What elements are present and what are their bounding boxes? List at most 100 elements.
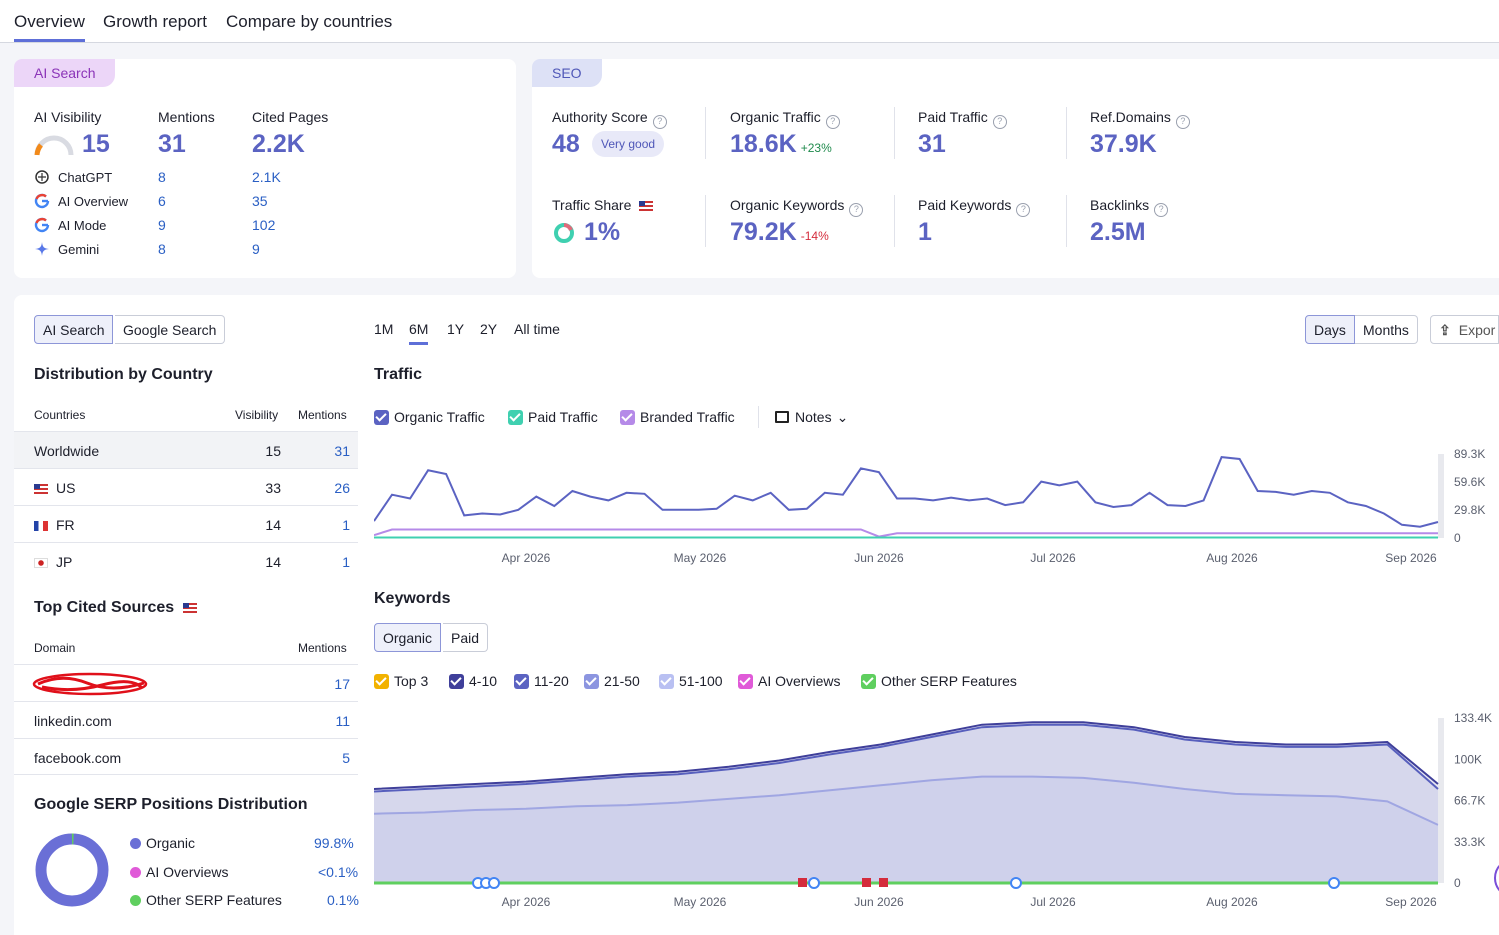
google-update-marker[interactable] [1328,877,1340,889]
range-1y[interactable]: 1Y [447,321,464,337]
ref-domains-label: Ref.Domains? [1090,109,1190,129]
toggle-ai-search[interactable]: AI Search [34,315,114,344]
cited-domain[interactable]: facebook.com [34,750,121,766]
country-mentions[interactable]: 31 [334,443,350,459]
keywords-toggle-organic[interactable]: Organic [374,623,442,652]
keywords-toggle-paid[interactable]: Paid [443,623,489,652]
checkbox-icon[interactable] [508,410,523,425]
notes-dropdown[interactable]: Notes ⌄ [775,409,848,426]
ref-domains-value[interactable]: 37.9K [1090,130,1157,159]
note-flag-marker[interactable] [862,878,871,887]
checkbox-icon[interactable] [861,674,876,689]
cited-mentions[interactable]: 5 [342,750,350,766]
legend-paid-traffic[interactable]: Paid Traffic [508,409,598,425]
export-button[interactable]: ⇪ Expor [1430,315,1499,344]
granularity-days[interactable]: Days [1305,315,1355,344]
tab-compare-countries[interactable]: Compare by countries [226,12,392,32]
note-flag-marker[interactable] [798,878,807,887]
toggle-google-search[interactable]: Google Search [115,315,226,344]
info-icon[interactable]: ? [1016,203,1031,217]
range-all-time[interactable]: All time [514,321,560,337]
top-cited-title: Top Cited Sources [34,599,205,617]
legend-branded-traffic[interactable]: Branded Traffic [620,409,735,425]
info-icon[interactable]: ? [849,203,864,217]
legend-organic-traffic[interactable]: Organic Traffic [374,409,485,425]
x-tick-label: Jun 2026 [854,551,904,565]
cited-row[interactable]: 17 [14,664,358,701]
col-domain: Domain [34,641,76,655]
google-update-marker[interactable] [488,877,500,889]
col-mentions[interactable]: Mentions [298,641,347,655]
tab-growth-report[interactable]: Growth report [103,12,207,32]
legend-dot [130,838,141,849]
us-flag-icon [34,484,48,494]
organic-keywords-value[interactable]: 79.2K -14% [730,218,829,247]
legend-keywords-21-50[interactable]: 21-50 [584,673,640,689]
range-6m[interactable]: 6M [409,321,429,345]
country-mentions[interactable]: 26 [334,480,350,496]
axis-scroll-bar [1438,454,1444,538]
col-mentions[interactable]: Mentions [298,408,347,422]
country-row-jp[interactable]: JP 14 1 [14,542,358,579]
checkbox-icon[interactable] [514,674,529,689]
info-icon[interactable]: ? [652,115,667,129]
legend-keywords-51-100[interactable]: 51-100 [659,673,723,689]
checkbox-icon[interactable] [449,674,464,689]
series-area [374,722,1438,883]
legend-keywords-top-3[interactable]: Top 3 [374,673,428,689]
keywords-chart[interactable]: 133.4K 100K 66.7K 33.3K 0 Apr 2026 May 2026 Jun… [374,708,1499,916]
legend-keywords-11-20[interactable]: 11-20 [514,673,569,689]
info-icon[interactable]: ? [1175,115,1190,129]
organic-traffic-value[interactable]: 18.6K +23% [730,130,832,159]
source-row-gemini[interactable]: Gemini 8 9 [34,241,334,259]
info-icon[interactable]: ? [825,115,840,129]
source-row-ai-mode[interactable]: AI Mode 9 102 [34,217,334,235]
cited-domain[interactable]: linkedin.com [34,713,112,729]
redacted-scribble [32,672,148,696]
chevron-down-icon: ⌄ [836,409,849,425]
legend-keywords-other-serp-features[interactable]: Other SERP Features [861,673,1017,689]
country-mentions[interactable]: 1 [342,517,350,533]
country-mentions[interactable]: 1 [342,554,350,570]
note-flag-marker[interactable] [879,878,888,887]
checkbox-icon[interactable] [620,410,635,425]
source-name: AI Overview [58,194,129,209]
ai-search-pill: AI Search [14,59,116,87]
checkbox-icon[interactable] [584,674,599,689]
checkbox-icon[interactable] [659,674,674,689]
country-row-worldwide[interactable]: Worldwide 15 31 [14,431,358,468]
checkbox-icon[interactable] [374,674,389,689]
legend-keywords-ai-overviews[interactable]: AI Overviews [738,673,840,689]
range-1m[interactable]: 1M [374,321,393,337]
country-visibility: 15 [265,443,281,459]
tab-overview[interactable]: Overview [14,12,85,42]
country-name: Worldwide [34,443,100,459]
granularity-months[interactable]: Months [1355,315,1418,344]
paid-keywords-value[interactable]: 1 [918,218,932,247]
country-row-fr[interactable]: FR 14 1 [14,505,358,542]
cited-mentions[interactable]: 11 [335,713,350,729]
cited-mentions[interactable]: 17 [334,676,350,692]
range-2y[interactable]: 2Y [480,321,497,337]
cited-row[interactable]: linkedin.com 11 [14,701,358,738]
cited-row[interactable]: facebook.com 5 [14,738,358,775]
google-update-marker[interactable] [1010,877,1022,889]
us-flag-icon [639,201,654,211]
country-row-us[interactable]: US 33 26 [14,468,358,505]
checkbox-icon[interactable] [374,410,389,425]
paid-traffic-value[interactable]: 31 [918,130,946,159]
checkbox-icon[interactable] [738,674,753,689]
google-update-marker[interactable] [808,877,820,889]
legend-keywords-4-10[interactable]: 4-10 [449,673,497,689]
organic-traffic-label: Organic Traffic? [730,109,840,129]
col-visibility[interactable]: Visibility [235,408,278,422]
traffic-chart[interactable]: 89.3K 59.6K 29.8K 0 Apr 2026 May 2026 Jun 2026… [374,445,1499,570]
source-row-chatgpt[interactable]: ChatGPT 8 2.1K [34,169,334,187]
backlinks-value[interactable]: 2.5M [1090,218,1146,247]
info-icon[interactable]: ? [1154,203,1169,217]
source-row-ai-overview[interactable]: AI Overview 6 35 [34,193,334,211]
info-icon[interactable]: ? [992,115,1007,129]
source-name: Gemini [58,242,100,257]
serp-value-other: 0.1% [327,892,359,908]
serp-donut-chart [35,833,109,907]
